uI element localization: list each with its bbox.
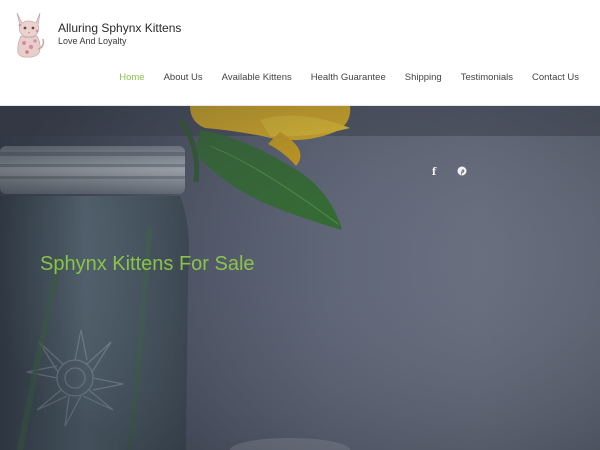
nav-item-contact-us[interactable]: Contact Us [532,72,579,83]
sphynx-cat-logo-icon[interactable] [9,9,49,59]
site-header: Alluring Sphynx Kittens Love And Loyalty… [0,0,600,106]
hero-banner: f Sphynx Kittens For Sale [0,106,600,450]
nav-item-health-guarantee[interactable]: Health Guarantee [311,72,386,83]
nav-item-shipping[interactable]: Shipping [405,72,442,83]
pinterest-icon[interactable] [457,166,469,178]
nav-item-home[interactable]: Home [119,72,144,83]
hero-title: Sphynx Kittens For Sale [40,253,255,275]
facebook-icon[interactable]: f [428,166,440,178]
site-tagline: Love And Loyalty [58,36,127,46]
hero-background-image [0,106,600,450]
nav-item-available-kittens[interactable]: Available Kittens [222,72,292,83]
nav-item-about-us[interactable]: About Us [164,72,203,83]
main-nav: Home About Us Available Kittens Health G… [100,72,579,83]
site-title[interactable]: Alluring Sphynx Kittens [58,21,181,35]
nav-item-testimonials[interactable]: Testimonials [461,72,513,83]
